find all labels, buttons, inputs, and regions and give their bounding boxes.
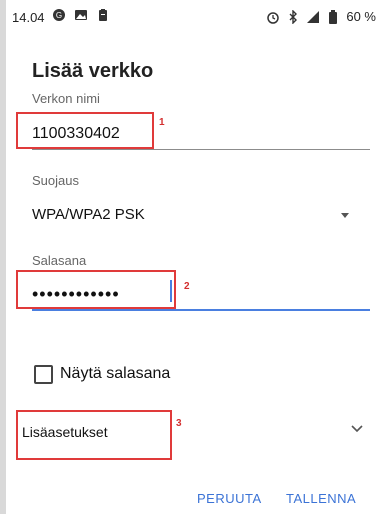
- show-password-checkbox[interactable]: [34, 365, 53, 384]
- status-left-icons: G: [52, 8, 110, 22]
- annotation-number-2: 2: [184, 281, 190, 292]
- battery-level: 60 %: [346, 9, 376, 24]
- bluetooth-icon: [286, 9, 300, 24]
- status-time: 14.04: [12, 10, 45, 25]
- save-button[interactable]: TALLENNA: [286, 491, 356, 506]
- password-label: Salasana: [32, 253, 87, 268]
- chevron-down-icon[interactable]: [341, 213, 349, 218]
- svg-text:G: G: [56, 11, 62, 20]
- status-bar: 14.04 G 60 %: [6, 0, 380, 30]
- security-label: Suojaus: [32, 173, 79, 188]
- dialog-title: Lisää verkko: [32, 60, 154, 82]
- signal-icon: [306, 10, 320, 24]
- network-name-label: Verkon nimi: [32, 91, 100, 106]
- security-select[interactable]: WPA/WPA2 PSK: [32, 206, 145, 223]
- status-right-icons: 60 %: [266, 9, 376, 24]
- clipboard-icon: [96, 8, 110, 22]
- highlight-box-1: [16, 112, 154, 149]
- add-network-screen: 14.04 G 60 % Lisää verkko Verkon nimi 11…: [6, 0, 380, 514]
- alarm-icon: [266, 10, 280, 24]
- chevron-down-icon[interactable]: [351, 421, 363, 439]
- annotation-number-3: 3: [176, 418, 182, 429]
- password-underline: [32, 309, 370, 311]
- cancel-button[interactable]: PERUUTA: [197, 491, 262, 506]
- battery-icon: [326, 9, 340, 24]
- highlight-box-3: [16, 410, 172, 460]
- image-icon: [74, 8, 88, 22]
- app-icon: G: [52, 8, 66, 22]
- show-password-label[interactable]: Näytä salasana: [60, 365, 170, 383]
- annotation-number-1: 1: [159, 117, 165, 128]
- highlight-box-2: [16, 270, 176, 309]
- network-name-underline: [32, 149, 370, 150]
